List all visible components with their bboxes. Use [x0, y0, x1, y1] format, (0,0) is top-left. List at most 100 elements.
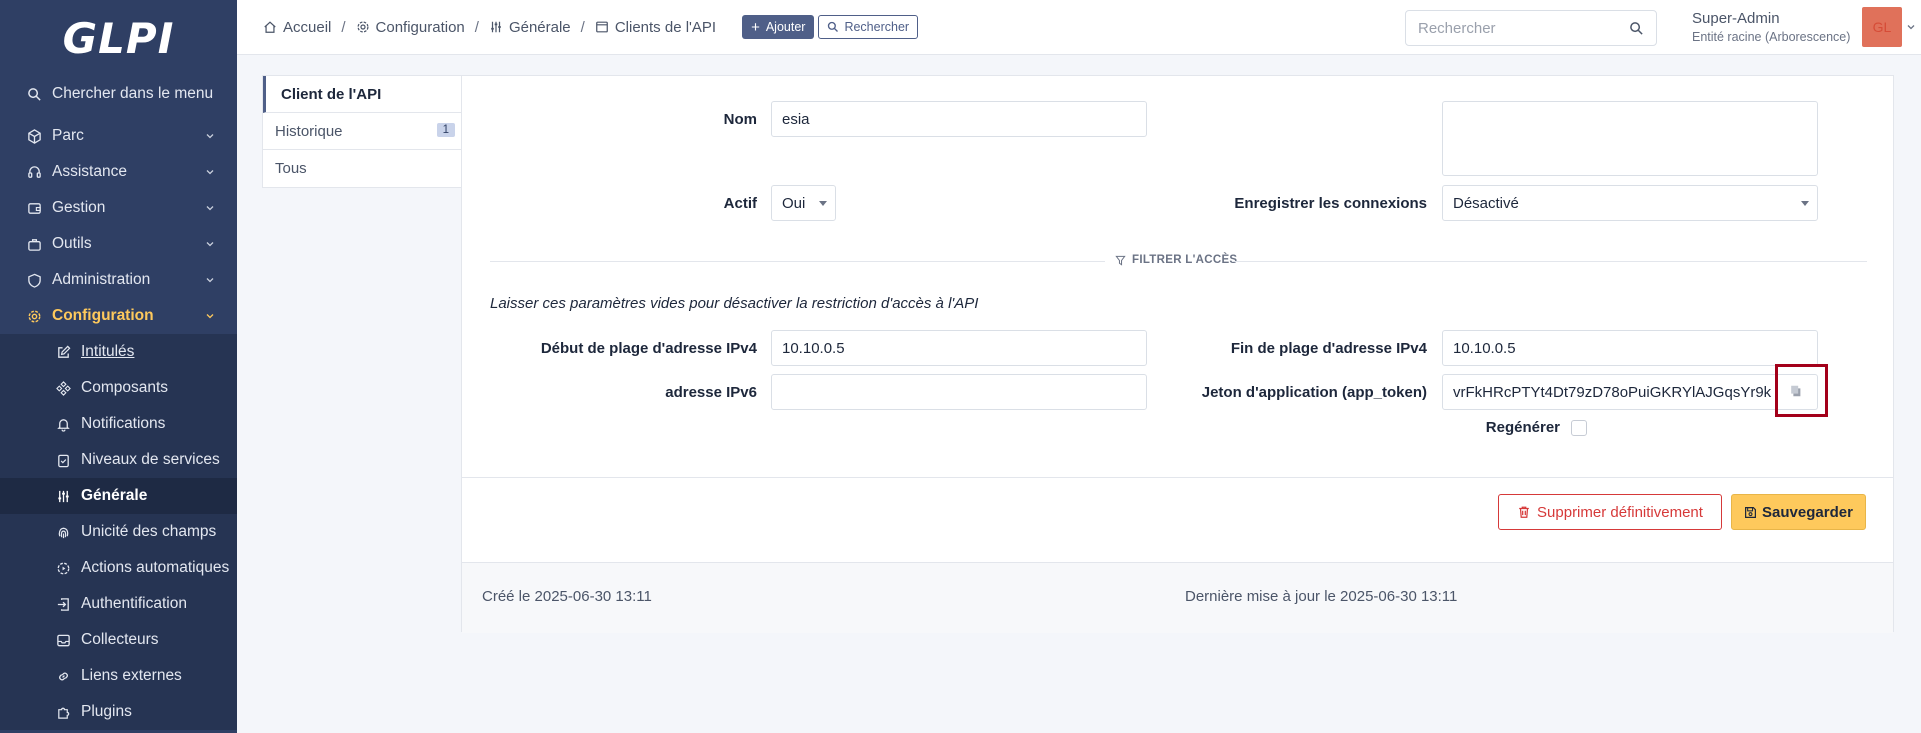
save-button[interactable]: Sauvegarder [1731, 494, 1866, 530]
active-select[interactable]: Oui [771, 185, 836, 221]
breadcrumb-api-clients[interactable]: Clients de l'API [595, 19, 716, 36]
gear-icon [357, 21, 369, 33]
menu-search[interactable]: Chercher dans le menu [0, 76, 237, 112]
sidebar-item-label: Intitulés [81, 343, 135, 360]
tab-count-badge: 1 [436, 123, 455, 137]
breadcrumb-label: Clients de l'API [614, 18, 717, 36]
breadcrumb-label: Générale [508, 18, 571, 36]
sidebar-item-label: Authentification [81, 595, 187, 612]
sidebar-item-label: Niveaux de services [81, 451, 220, 468]
comments-textarea[interactable] [1442, 101, 1818, 176]
menu-item-label: Gestion [52, 199, 106, 216]
search-icon [26, 86, 42, 102]
sidebar-item-label: Collecteurs [81, 631, 159, 648]
fingerprint-icon [55, 524, 71, 540]
regenerate-checkbox[interactable] [1571, 420, 1587, 436]
breadcrumb-configuration[interactable]: Configuration [356, 19, 465, 36]
global-search-input[interactable]: Rechercher [1405, 10, 1657, 46]
sidebar-item-notifications[interactable]: Notifications [0, 406, 237, 442]
sidebar-item-composants[interactable]: Composants [0, 370, 237, 406]
menu-item-assistance[interactable]: Assistance [0, 154, 237, 190]
puzzle-icon [55, 704, 71, 720]
regenerate-label: Regénérer [1485, 419, 1560, 436]
sidebar-item-liens-externes[interactable]: Liens externes [0, 658, 237, 694]
breadcrumb-generale[interactable]: Générale [489, 19, 571, 36]
edit-icon [55, 344, 71, 360]
menu-item-label: Configuration [52, 307, 154, 324]
settings-automation-icon [55, 560, 71, 576]
menu-item-outils[interactable]: Outils [0, 226, 237, 262]
caret-down-icon [1801, 201, 1809, 206]
sidebar-item-intitules[interactable]: Intitulés [0, 334, 237, 370]
tab-api-client[interactable]: Client de l'API [263, 76, 461, 113]
sidebar-item-label: Actions automatiques [81, 559, 230, 576]
ipv4-start-field[interactable]: 10.10.0.5 [771, 330, 1147, 366]
divider [462, 477, 1893, 478]
trash-icon [1519, 506, 1529, 518]
home-icon [264, 21, 276, 33]
logo-text: GLPI [62, 13, 175, 63]
ipv4-end-field[interactable]: 10.10.0.5 [1442, 330, 1818, 366]
tab-historique[interactable]: Historique 1 [263, 113, 461, 150]
sidebar-item-authentification[interactable]: Authentification [0, 586, 237, 622]
sidebar-item-generale[interactable]: Générale [0, 478, 237, 514]
breadcrumb: Accueil / Configuration / Générale / Cli… [237, 19, 716, 36]
name-field[interactable]: esia [771, 101, 1147, 137]
add-button[interactable]: + Ajouter [742, 15, 815, 39]
filter-icon [1115, 255, 1126, 266]
ipv6-field[interactable] [771, 374, 1147, 410]
log-connections-select[interactable]: Désactivé [1442, 185, 1818, 221]
sliders-icon [55, 488, 71, 504]
log-connections-value: Désactivé [1453, 194, 1519, 212]
menu-item-label: Administration [52, 271, 151, 288]
window-icon [595, 21, 608, 33]
menu-item-parc[interactable]: Parc [0, 118, 237, 154]
plus-icon: + [751, 18, 760, 36]
chevron-down-icon [206, 314, 214, 319]
headset-icon [26, 164, 42, 180]
api-client-form: Nom esia Commentaires Actif Oui Enregist… [461, 75, 1894, 633]
menu-search-label: Chercher dans le menu [52, 85, 214, 102]
bell-icon [55, 416, 71, 432]
tab-label: Tous [275, 160, 307, 177]
top-header: Accueil / Configuration / Générale / Cli… [237, 0, 1921, 55]
breadcrumb-home[interactable]: Accueil [263, 19, 331, 36]
add-button-label: Ajouter [765, 20, 806, 34]
delete-permanently-button[interactable]: Supprimer définitivement [1498, 494, 1722, 530]
menu-item-label: Parc [52, 127, 84, 144]
created-date: Créé le 2025-06-30 13:11 [482, 588, 652, 605]
active-label: Actif [723, 195, 757, 212]
wallet-icon [26, 200, 42, 216]
sidebar-item-unicite-champs[interactable]: Unicité des champs [0, 514, 237, 550]
avatar[interactable]: GL [1862, 7, 1902, 47]
sidebar-item-collecteurs[interactable]: Collecteurs [0, 622, 237, 658]
menu-item-configuration[interactable]: Configuration [0, 298, 237, 334]
app-token-field[interactable]: vrFkHRcPTYt4Dt79zD78oPuiGKRYlAJGqsYr9k [1442, 374, 1818, 410]
sidebar-item-niveaux-services[interactable]: Niveaux de services [0, 442, 237, 478]
object-tabs: Client de l'API Historique 1 Tous [262, 75, 462, 188]
sidebar-item-label: Composants [81, 379, 169, 396]
tab-tous[interactable]: Tous [263, 150, 461, 187]
updated-date: Dernière mise à jour le 2025-06-30 13:11 [1185, 588, 1458, 605]
search-button[interactable]: Rechercher [818, 15, 919, 39]
chevron-down-icon [206, 278, 214, 283]
search-icon[interactable] [1629, 21, 1644, 36]
search-button-label: Rechercher [844, 20, 910, 34]
chevron-down-icon [206, 242, 214, 247]
app-token-label: Jeton d'application (app_token) [1201, 384, 1427, 401]
user-name: Super-Admin [1692, 10, 1780, 27]
chevron-down-icon[interactable] [1906, 22, 1916, 32]
chevron-down-icon [206, 206, 214, 211]
user-menu[interactable]: Super-Admin Entité racine (Arborescence) [1692, 10, 1850, 44]
menu-item-label: Assistance [52, 163, 127, 180]
sidebar-item-plugins[interactable]: Plugins [0, 694, 237, 730]
breadcrumb-label: Configuration [375, 18, 465, 36]
briefcase-icon [26, 236, 42, 252]
menu-item-administration[interactable]: Administration [0, 262, 237, 298]
menu-item-gestion[interactable]: Gestion [0, 190, 237, 226]
delete-button-label: Supprimer définitivement [1537, 503, 1703, 521]
sidebar-item-label: Générale [81, 487, 148, 504]
glpi-logo[interactable]: GLPI [0, 0, 237, 76]
copy-token-button[interactable] [1775, 373, 1817, 409]
sidebar-item-actions-automatiques[interactable]: Actions automatiques [0, 550, 237, 586]
